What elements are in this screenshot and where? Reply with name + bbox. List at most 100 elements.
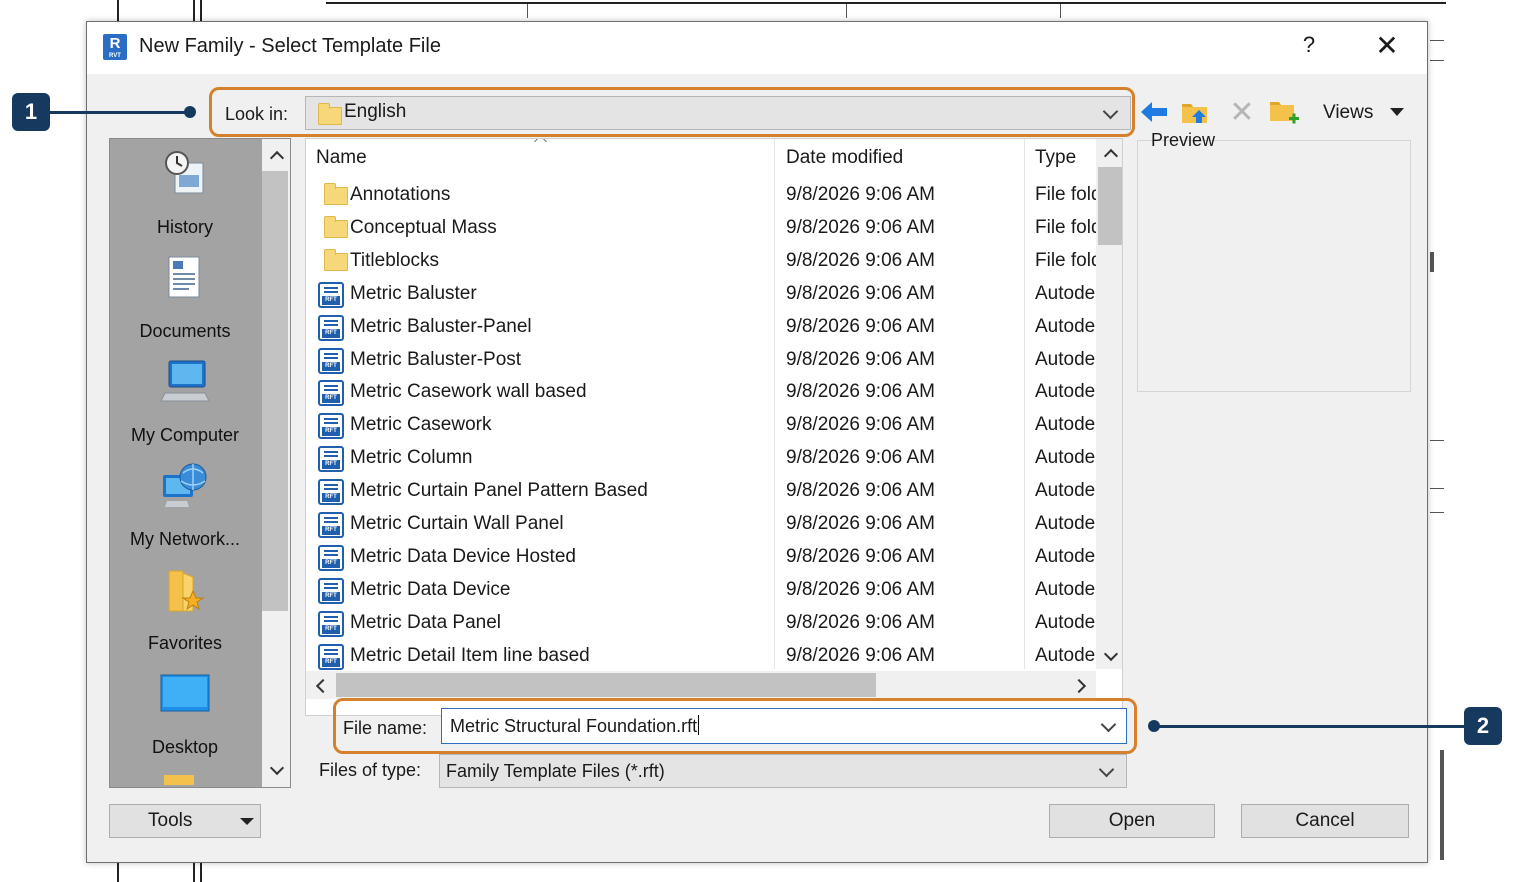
file-name-cell: Metric Curtain Wall Panel [350,513,564,534]
file-row[interactable]: Metric Casework 9/8/2026 9:06 AM Autodesk [306,409,1096,442]
up-folder-icon[interactable] [1181,98,1209,124]
file-list: Name Date modified Type Annotations 9/8/2… [305,138,1123,716]
file-row[interactable]: Annotations 9/8/2026 9:06 AM File folder [306,179,1096,212]
new-folder-icon[interactable] [1269,98,1299,126]
file-name-highlight [333,698,1137,754]
file-date-cell: 9/8/2026 9:06 AM [786,513,935,534]
views-dropdown-arrow-icon[interactable] [1390,108,1404,116]
views-menu-button[interactable]: Views [1323,102,1373,124]
rft-file-icon [318,380,344,407]
folder-icon [324,248,348,271]
rft-file-icon [318,610,344,637]
file-name-cell: Titleblocks [350,249,440,271]
file-row[interactable]: Metric Curtain Wall Panel 9/8/2026 9:06 A… [306,508,1096,541]
file-row[interactable]: Metric Data Device 9/8/2026 9:06 AM Autode… [306,574,1096,607]
file-type-cell: Autodesk [1035,315,1096,337]
file-date-cell: 9/8/2026 9:06 AM [786,447,935,469]
callout-2-dot [1148,720,1160,732]
file-list-vertical-scroll-thumb[interactable] [1098,167,1122,245]
callout-2-leader [1154,725,1466,728]
places-item-favorites[interactable] [110,565,260,622]
callout-1-dot [184,106,196,118]
close-button[interactable]: ✕ [1373,30,1401,62]
file-row[interactable]: Metric Baluster 9/8/2026 9:06 AM Autodesk [306,278,1096,311]
preview-label: Preview [1151,130,1216,150]
select-template-dialog: R RVT New Family - Select Template File … [86,21,1428,863]
file-date-cell: 9/8/2026 9:06 AM [786,644,935,666]
file-type-cell: Autodesk [1035,381,1096,403]
file-date-cell: 9/8/2026 9:06 AM [786,480,935,502]
dialog-title: New Family - Select Template File [139,35,441,57]
file-type-cell: Autodesk [1035,480,1096,502]
file-date-cell: 9/8/2026 9:06 AM [786,216,935,238]
places-bar: History Documents My Computer My Network… [109,138,291,788]
title-bar: R RVT New Family - Select Template File … [87,22,1427,74]
file-type-cell: File folder [1035,184,1096,205]
tools-dropdown-arrow-icon [240,818,254,825]
rft-file-icon [318,577,344,604]
places-item-documents[interactable] [110,253,260,310]
look-in-highlight [209,87,1135,137]
folder-icon [324,183,348,205]
file-row[interactable]: Titleblocks 9/8/2026 9:06 AM File folder [306,245,1096,278]
file-row[interactable]: Metric Data Device Hosted 9/8/2026 9:06 A… [306,541,1096,574]
documents-icon [168,256,200,298]
file-row[interactable]: Metric Baluster-Post 9/8/2026 9:06 AM Auto… [306,344,1096,377]
file-type-cell: Autodesk [1035,545,1096,567]
rft-file-icon [318,281,344,308]
file-type-cell: Autodesk [1035,414,1096,436]
file-row[interactable]: Conceptual Mass 9/8/2026 9:06 AM File fold… [306,212,1096,245]
file-date-cell: 9/8/2026 9:06 AM [786,315,935,337]
places-label-desktop: Desktop [151,737,219,757]
file-row[interactable]: Metric Column 9/8/2026 9:06 AM Autodesk [306,442,1096,475]
cancel-button[interactable]: Cancel [1241,804,1409,838]
files-of-type-dropdown[interactable]: Family Template Files (*.rft) [439,754,1127,788]
file-row[interactable]: Metric Detail Item line based 9/8/2026 9:… [306,640,1096,673]
file-type-cell: Autodesk [1035,644,1096,666]
files-of-type-label: Files of type: [319,760,422,780]
file-name-cell: Annotations [350,184,451,205]
file-row[interactable]: Metric Baluster-Panel 9/8/2026 9:06 AM Aut… [306,311,1096,344]
places-item-my-network[interactable] [110,461,260,518]
callout-1-leader [50,111,188,114]
file-row[interactable]: Metric Curtain Panel Pattern Based 9/8/20… [306,475,1096,508]
column-header-date[interactable]: Date modified [786,147,903,169]
rft-file-icon [318,512,344,538]
favorites-icon [168,570,205,612]
column-header-name[interactable]: Name [316,147,367,169]
app-icon-sub: RVT [109,53,121,59]
places-item-history[interactable] [110,149,260,206]
file-row[interactable]: Metric Casework wall based 9/8/2026 9:06 … [306,376,1096,409]
places-item-my-computer[interactable] [110,357,260,414]
tools-button-label: Tools [148,810,193,831]
help-button[interactable]: ? [1299,32,1319,60]
rft-file-icon [318,446,344,473]
places-item-desktop[interactable] [110,669,260,726]
places-label-my-network: My Network... [129,529,240,549]
file-date-cell: 9/8/2026 9:06 AM [786,414,935,436]
back-arrow-icon[interactable] [1139,100,1169,124]
callout-1: 1 [12,93,50,131]
file-list-horizontal-scroll-thumb[interactable] [336,673,876,697]
places-item-partial [164,775,194,785]
file-type-cell: Autodesk [1035,282,1096,304]
file-type-cell: Autodesk [1035,447,1096,469]
file-date-cell: 9/8/2026 9:06 AM [786,578,935,600]
file-row[interactable]: Metric Data Panel 9/8/2026 9:06 AM Autodes… [306,607,1096,640]
file-name-cell: Metric Baluster-Panel [350,315,532,337]
app-icon-letter: R [109,35,121,52]
file-type-cell: Autodesk [1035,348,1096,370]
delete-icon[interactable]: ✕ [1229,98,1255,128]
file-name-cell: Metric Baluster [350,282,477,304]
open-button[interactable]: Open [1049,804,1215,838]
file-date-cell: 9/8/2026 9:06 AM [786,282,935,304]
places-scroll-thumb[interactable] [262,171,288,611]
column-header-type[interactable]: Type [1035,147,1076,169]
file-name-cell: Metric Data Device [350,578,511,600]
places-label-favorites: Favorites [147,633,223,653]
chevron-down-icon [1098,761,1115,778]
file-type-cell: File folder [1035,216,1096,238]
file-name-cell: Metric Casework wall based [350,381,587,403]
tools-button[interactable]: Tools [109,804,261,838]
revit-app-icon: R RVT [103,34,127,60]
